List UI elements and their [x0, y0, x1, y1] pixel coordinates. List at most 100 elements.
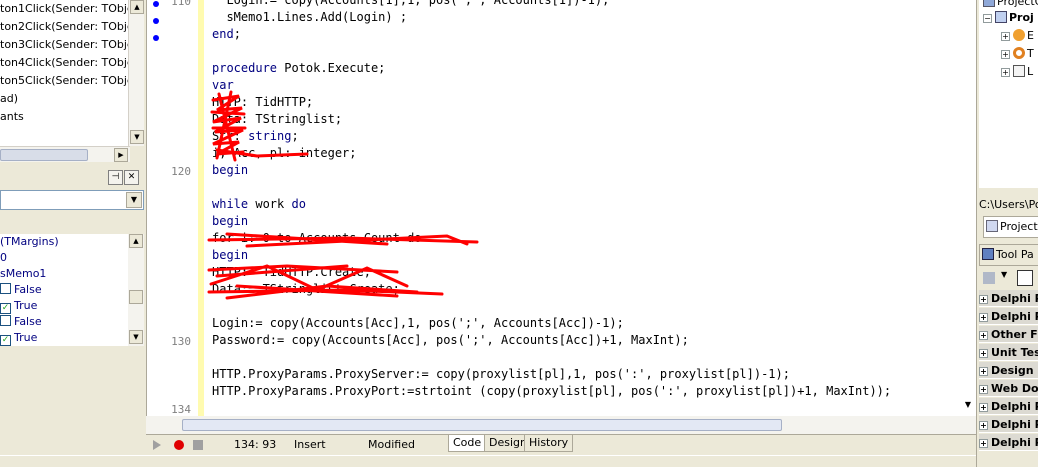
structure-item[interactable]: ton2Click(Sender: TObject): [0, 18, 130, 36]
structure-item[interactable]: ton5Click(Sender: TObject): [0, 72, 130, 90]
property-scrollbar[interactable]: ▲ ▼: [128, 234, 144, 346]
expand-icon[interactable]: +: [979, 367, 988, 376]
structure-item[interactable]: ad): [0, 90, 130, 108]
checkbox[interactable]: [0, 283, 11, 294]
code-line[interactable]: i, Acc, pl: integer;: [212, 145, 891, 162]
expand-icon[interactable]: +: [1001, 68, 1010, 77]
expand-icon[interactable]: +: [979, 331, 988, 340]
tool-category[interactable]: + Other Fi: [979, 326, 1038, 343]
structure-item[interactable]: ton3Click(Sender: TObject): [0, 36, 130, 54]
scroll-thumb[interactable]: [0, 149, 88, 161]
code-line[interactable]: HTTP.ProxyParams.ProxyPort:=strtoint (co…: [212, 383, 891, 400]
code-line[interactable]: [212, 179, 891, 196]
code-line[interactable]: Login:= copy(Accounts[1],1, pos(';', Acc…: [212, 0, 891, 9]
structure-vertical-scrollbar[interactable]: ▲ ▼: [128, 0, 144, 146]
code-line[interactable]: begin: [212, 162, 891, 179]
property-value[interactable]: (TMargins): [0, 234, 128, 250]
property-value[interactable]: 0: [0, 250, 128, 266]
tool-category[interactable]: + Unit Tes: [979, 344, 1038, 361]
expand-icon[interactable]: +: [979, 439, 988, 448]
scroll-down-icon[interactable]: ▼: [129, 330, 143, 344]
code-line[interactable]: begin: [212, 247, 891, 264]
expand-icon[interactable]: +: [979, 385, 988, 394]
project-group-node[interactable]: ProjectGr: [983, 0, 1038, 10]
code-line[interactable]: HTTP: TidHTTP;: [212, 94, 891, 111]
tab-project-manager[interactable]: Project: [983, 216, 1038, 238]
tool-category[interactable]: + Delphi P: [979, 308, 1038, 325]
tree-item[interactable]: + E: [1001, 28, 1034, 44]
code-line[interactable]: var: [212, 77, 891, 94]
tool-category[interactable]: + Web Do: [979, 380, 1038, 397]
close-icon[interactable]: ✕: [124, 170, 139, 185]
property-value[interactable]: ✓ True: [0, 330, 128, 346]
tab-code[interactable]: Code: [448, 435, 487, 452]
code-line[interactable]: end;: [212, 26, 891, 43]
checkbox[interactable]: ✓: [0, 303, 11, 314]
tool-category[interactable]: + Delphi P: [979, 416, 1038, 433]
chevron-down-icon[interactable]: ▼: [1001, 270, 1007, 279]
scroll-down-icon[interactable]: ▼: [130, 130, 144, 144]
categories-icon[interactable]: [983, 272, 995, 284]
scroll-up-icon[interactable]: ▲: [129, 234, 143, 248]
editor-horizontal-scrollbar[interactable]: [146, 416, 976, 434]
code-line[interactable]: [212, 43, 891, 60]
code-line[interactable]: while work do: [212, 196, 891, 213]
code-line[interactable]: sMemo1.Lines.Add(Login) ;: [212, 9, 891, 26]
tree-item[interactable]: + T: [1001, 46, 1034, 62]
collapse-icon[interactable]: −: [983, 14, 992, 23]
property-value[interactable]: False: [0, 282, 128, 298]
property-value[interactable]: False: [0, 314, 128, 330]
scroll-thumb[interactable]: [182, 419, 782, 431]
scroll-right-icon[interactable]: ▶: [114, 148, 128, 162]
tool-category[interactable]: + Delphi P: [979, 398, 1038, 415]
tree-item[interactable]: + L: [1001, 64, 1033, 80]
code-line[interactable]: Str: string;: [212, 128, 891, 145]
expand-icon[interactable]: +: [1001, 32, 1010, 41]
expand-icon[interactable]: +: [979, 421, 988, 430]
code-line[interactable]: begin: [212, 213, 891, 230]
structure-item[interactable]: ants: [0, 108, 130, 126]
chevron-down-icon[interactable]: ▼: [126, 192, 142, 208]
expand-icon[interactable]: +: [979, 295, 988, 304]
code-line[interactable]: procedure Potok.Execute;: [212, 60, 891, 77]
structure-item[interactable]: ton4Click(Sender: TObject): [0, 54, 130, 72]
code-line[interactable]: HTTP:= TidHTTP.Create;: [212, 264, 891, 281]
code-line[interactable]: Login:= copy(Accounts[Acc],1, pos(';', A…: [212, 315, 891, 332]
tool-category[interactable]: +Design P: [979, 362, 1038, 379]
expand-icon[interactable]: +: [979, 403, 988, 412]
structure-horizontal-scrollbar[interactable]: ▶: [0, 146, 130, 162]
code-line[interactable]: [212, 349, 891, 366]
pointer-tool-icon[interactable]: [1017, 270, 1033, 286]
code-line[interactable]: [212, 298, 891, 315]
scroll-up-icon[interactable]: ▲: [130, 0, 144, 14]
code-line[interactable]: Data:= TStringlist.Create;: [212, 281, 891, 298]
editor-vertical-scrollbar[interactable]: ▼: [959, 0, 976, 416]
code-line[interactable]: Password:= copy(Accounts[Acc], pos(';', …: [212, 332, 891, 349]
structure-item[interactable]: ton1Click(Sender: TObject): [0, 0, 130, 18]
structure-pane: ton1Click(Sender: TObject)ton2Click(Send…: [0, 0, 130, 146]
record-icon[interactable]: [174, 440, 184, 450]
expand-icon[interactable]: +: [979, 349, 988, 358]
code-line[interactable]: for i:=0 to Accounts.Count do: [212, 230, 891, 247]
tool-category[interactable]: + Delphi P: [979, 434, 1038, 451]
expand-icon[interactable]: +: [1001, 50, 1010, 59]
tab-tool-palette[interactable]: Tool Pa: [979, 244, 1038, 266]
code-editor[interactable]: 110 120 130 134 Login:= copy(Accounts[1]…: [146, 0, 976, 416]
object-selector-combo[interactable]: ▼: [0, 190, 144, 210]
stop-icon[interactable]: [193, 440, 203, 450]
property-value[interactable]: sMemo1: [0, 266, 128, 282]
code-text[interactable]: Login:= copy(Accounts[1],1, pos(';', Acc…: [212, 0, 891, 400]
scroll-thumb[interactable]: [129, 290, 143, 304]
code-line[interactable]: HTTP.ProxyParams.ProxyServer:= copy(prox…: [212, 366, 891, 383]
code-line[interactable]: Data: TStringlist;: [212, 111, 891, 128]
scroll-down-icon[interactable]: ▼: [961, 400, 975, 412]
checkbox[interactable]: ✓: [0, 335, 11, 346]
checkbox[interactable]: [0, 315, 11, 326]
property-value[interactable]: ✓ True: [0, 298, 128, 314]
play-icon[interactable]: [153, 440, 161, 450]
tab-history[interactable]: History: [524, 435, 574, 452]
tool-category[interactable]: + Delphi P: [979, 290, 1038, 307]
expand-icon[interactable]: +: [979, 313, 988, 322]
project-node[interactable]: − Proj: [983, 10, 1034, 26]
pin-icon[interactable]: ⊣: [108, 170, 123, 185]
